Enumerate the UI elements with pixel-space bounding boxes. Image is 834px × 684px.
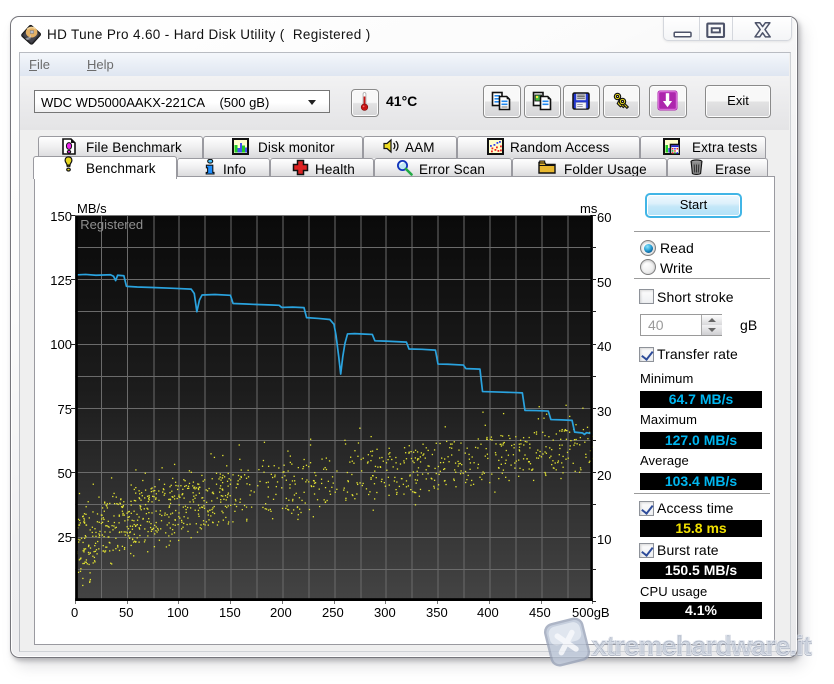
svg-text:Registered: Registered bbox=[80, 217, 143, 232]
svg-text:xtremehardware.it: xtremehardware.it bbox=[592, 630, 812, 660]
